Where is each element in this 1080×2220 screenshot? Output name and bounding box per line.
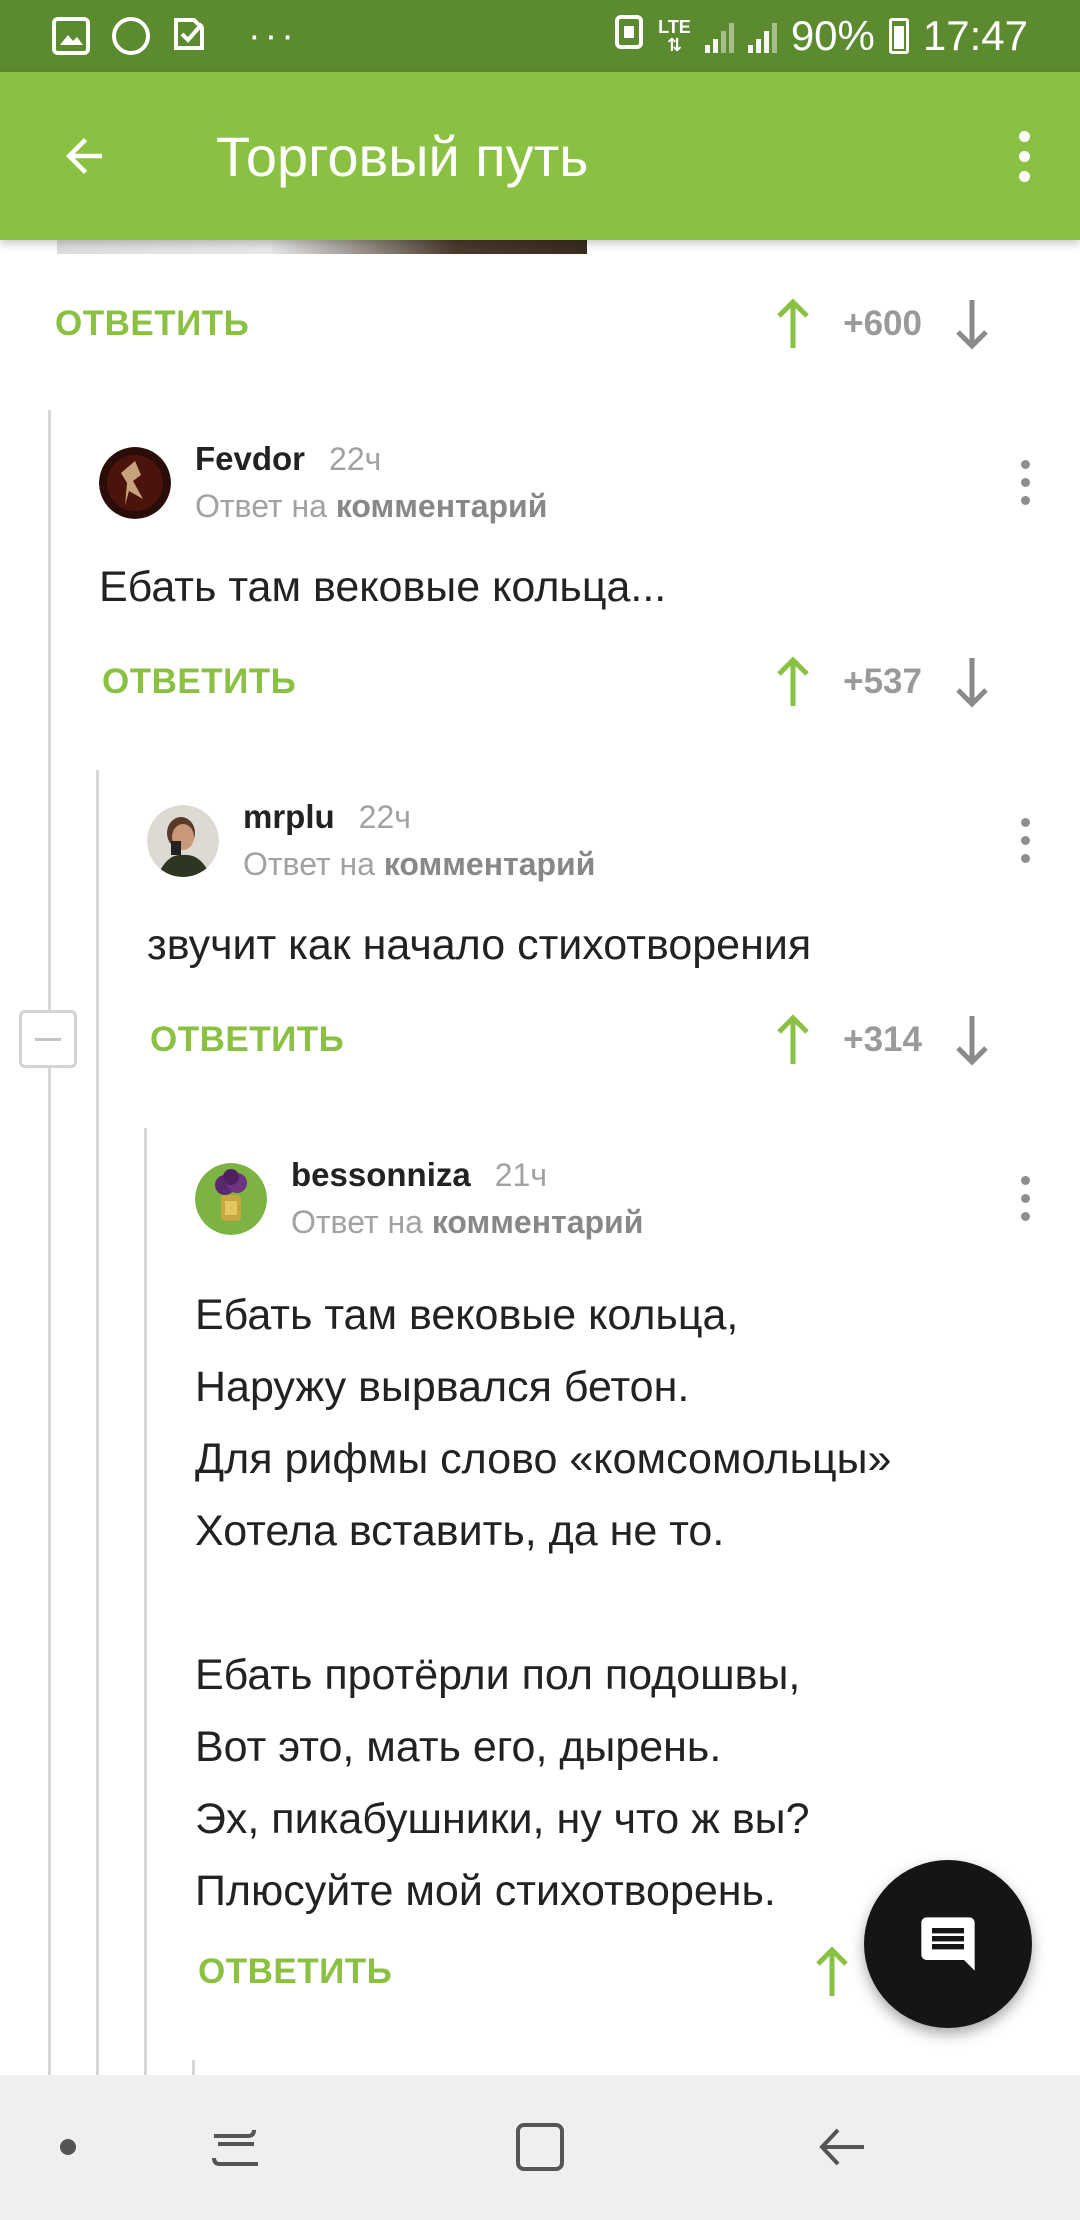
comment-menu-icon[interactable]: [1010, 452, 1040, 512]
downvote-button[interactable]: [944, 650, 1000, 714]
missed-call-icon: [112, 17, 150, 55]
vote-controls: +537: [765, 650, 1000, 714]
post-actions: ОТВЕТИТЬ +600: [55, 284, 1040, 364]
thread-line: [96, 770, 99, 2075]
avatar[interactable]: [147, 804, 219, 877]
battery-percent: 90%: [790, 12, 875, 59]
status-bar: ··· LTE ⇅ 90% 17:47: [0, 0, 1080, 72]
comment-meta: Fevdor 22ч Ответ на комментарий: [195, 440, 547, 525]
timestamp: 22ч: [329, 441, 382, 477]
check-icon: [172, 16, 208, 57]
gallery-icon: [52, 17, 90, 55]
thread-line: [192, 2060, 195, 2075]
comment-meta: mrplu 22ч Ответ на комментарий: [243, 798, 595, 883]
comment-header: mrplu 22ч Ответ на комментарий: [147, 798, 1040, 883]
arrow-down-icon: [956, 300, 988, 350]
signal-icon: [704, 19, 734, 53]
vote-controls: [804, 1940, 860, 2004]
downvote-button[interactable]: [944, 1008, 1000, 1072]
author-name[interactable]: bessonniza: [291, 1156, 471, 1194]
score: +537: [843, 662, 922, 701]
timestamp: 22ч: [358, 799, 411, 835]
arrow-down-icon: [956, 658, 988, 708]
avatar[interactable]: [99, 446, 171, 519]
parent-comment-link[interactable]: комментарий: [336, 488, 548, 524]
collapse-thread-button[interactable]: [19, 1010, 77, 1068]
comment-text: Ебать там вековые кольца...: [99, 563, 667, 611]
reply-to: Ответ на комментарий: [243, 846, 596, 882]
parent-comment-link[interactable]: комментарий: [432, 1204, 644, 1240]
comment: Fevdor 22ч Ответ на комментарий Ебать та…: [99, 440, 1040, 623]
dot-icon[interactable]: [48, 2127, 88, 2167]
comment-menu-icon[interactable]: [1010, 810, 1040, 870]
comment-meta: bessonniza 21ч Ответ на комментарий: [291, 1156, 643, 1241]
comment-actions: ОТВЕТИТЬ +314: [150, 1000, 1040, 1080]
vote-controls: +314: [765, 1008, 1000, 1072]
recent-apps-icon[interactable]: [200, 2115, 272, 2179]
comment-menu-icon[interactable]: [1010, 1168, 1040, 1228]
back-button[interactable]: [34, 106, 134, 206]
downvote-button[interactable]: [944, 292, 1000, 356]
poem-line: Хотела вставить, да не то.: [195, 1507, 725, 1555]
score: +600: [843, 304, 922, 343]
comment: mrplu 22ч Ответ на комментарий звучит ка…: [147, 798, 1040, 981]
add-comment-button[interactable]: [864, 1860, 1032, 2028]
thread-line: [48, 410, 51, 2075]
comment-icon: [921, 1917, 975, 1971]
comment-text: Ебать там вековые кольца, Наружу вырвалс…: [195, 1279, 1040, 1927]
poem-line: Ебать там вековые кольца,: [195, 1291, 739, 1339]
clock: 17:47: [922, 12, 1028, 59]
lte-icon: LTE ⇅: [658, 17, 691, 55]
poem-line: Эх, пикабушники, ну что ж вы?: [195, 1795, 810, 1843]
timestamp: 21ч: [494, 1157, 547, 1193]
page-title: Торговый путь: [216, 124, 589, 188]
comment-text: звучит как начало стихотворения: [147, 921, 812, 969]
post-image-fragment: [57, 240, 587, 254]
reply-button[interactable]: ОТВЕТИТЬ: [102, 662, 296, 702]
comment-actions: ОТВЕТИТЬ +537: [102, 642, 1040, 722]
poem-line: Ебать протёрли пол подошвы,: [195, 1651, 801, 1699]
reply-button[interactable]: ОТВЕТИТЬ: [150, 1020, 344, 1060]
parent-comment-link[interactable]: комментарий: [384, 846, 596, 882]
author-name[interactable]: mrplu: [243, 798, 335, 836]
roaming-signal-icon: [747, 19, 777, 53]
system-nav-bar: [0, 2075, 1080, 2220]
author-name[interactable]: Fevdor: [195, 440, 305, 478]
arrow-back-icon: [66, 138, 102, 174]
reply-button[interactable]: ОТВЕТИТЬ: [198, 1952, 392, 1992]
arrow-down-icon: [956, 1016, 988, 1066]
more-icon: ···: [248, 15, 298, 57]
comment: bessonniza 21ч Ответ на комментарий Ебат…: [195, 1156, 1040, 1927]
poem-line: Для рифмы слово «комсомольцы»: [195, 1435, 892, 1483]
poem-line: Наружу вырвался бетон.: [195, 1363, 690, 1411]
home-icon[interactable]: [504, 2115, 576, 2179]
poem-line: Вот это, мать его, дырень.: [195, 1723, 722, 1771]
upvote-button[interactable]: [804, 1940, 860, 2004]
more-vert-icon[interactable]: [1004, 106, 1044, 206]
arrow-up-icon: [777, 298, 809, 348]
upvote-button[interactable]: [765, 1008, 821, 1072]
thread-line: [144, 1128, 147, 2075]
battery-icon: [888, 18, 909, 54]
reply-button[interactable]: ОТВЕТИТЬ: [55, 304, 249, 344]
poem-line: [195, 1567, 1040, 1639]
upvote-button[interactable]: [765, 292, 821, 356]
upvote-button[interactable]: [765, 650, 821, 714]
nfc-icon: [614, 12, 644, 60]
score: +314: [843, 1020, 922, 1059]
avatar[interactable]: [195, 1162, 267, 1235]
reply-to: Ответ на комментарий: [195, 488, 548, 524]
arrow-up-icon: [777, 1014, 809, 1064]
vote-controls: +600: [765, 292, 1000, 356]
comment-header: Fevdor 22ч Ответ на комментарий: [99, 440, 1040, 525]
reply-to: Ответ на комментарий: [291, 1204, 644, 1240]
app-bar: Торговый путь: [0, 72, 1080, 240]
arrow-up-icon: [816, 1946, 848, 1996]
arrow-up-icon: [777, 656, 809, 706]
back-nav-icon[interactable]: [806, 2115, 878, 2179]
comment-header: bessonniza 21ч Ответ на комментарий: [195, 1156, 1040, 1241]
